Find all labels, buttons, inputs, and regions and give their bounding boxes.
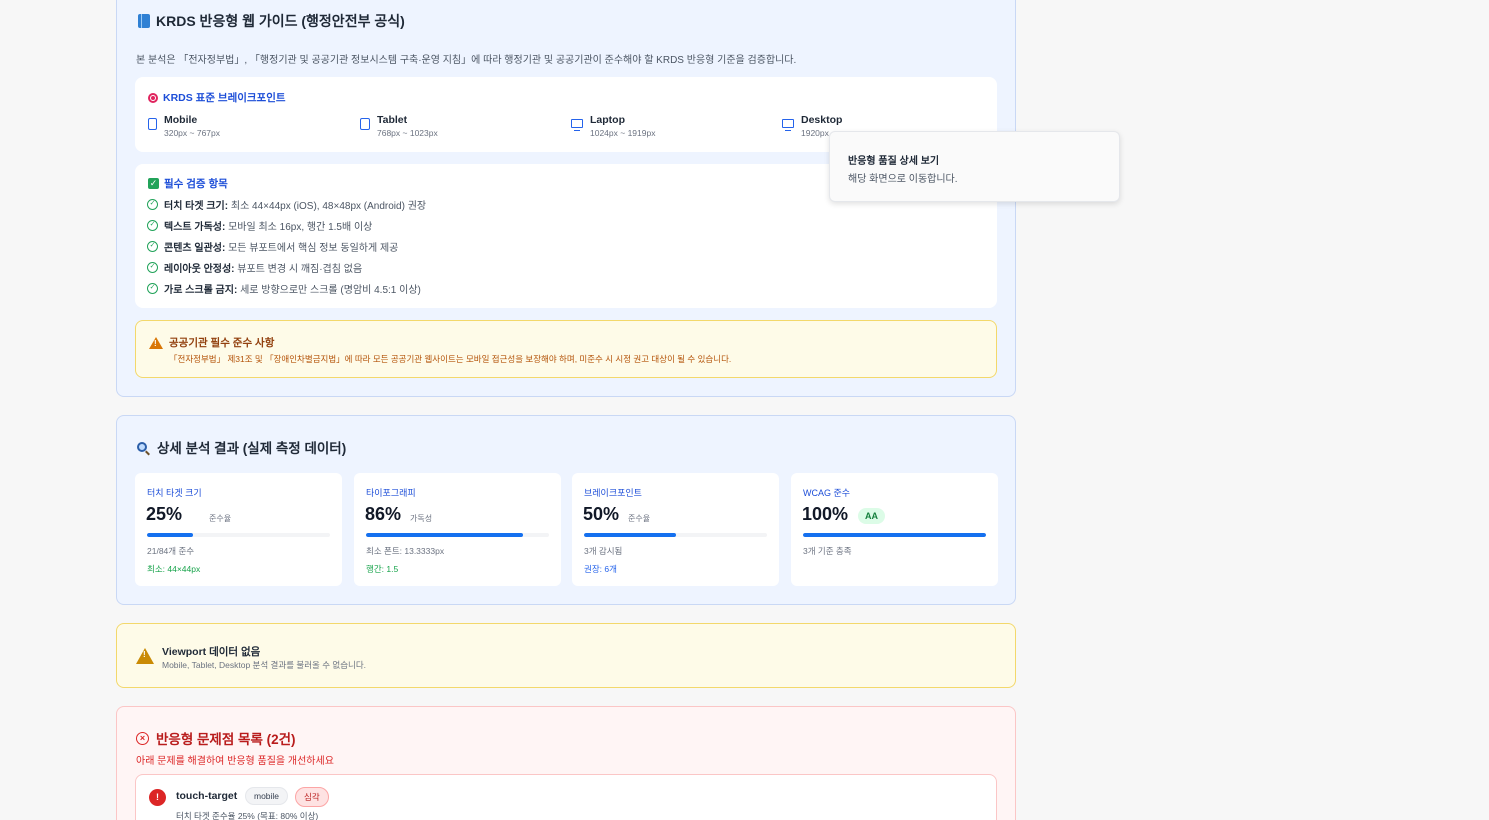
issues-subtitle: 아래 문제를 해결하여 반응형 품질을 개선하세요 (136, 756, 334, 767)
metric-card-touch-target[interactable]: 터치 타겟 크기 25% 준수율 21/84개 준수 최소: 44×44px (135, 473, 342, 586)
checkbox-icon: ✓ (148, 178, 159, 189)
warning-text: 「전자정부법」 제31조 및 「장애인차별금지법」에 따라 모든 공공기관 웹사… (169, 354, 732, 364)
guide-title-text: KRDS 반응형 웹 가이드 (행정안전부 공식) (156, 13, 405, 29)
breakpoint-tablet: Tablet 768px ~ 1023px (360, 114, 438, 138)
progress-fill (803, 533, 986, 537)
check-circle-icon: ✓ (147, 283, 158, 294)
responsive-issues-card: × 반응형 문제점 목록 (2건) 아래 문제를 해결하여 반응형 품질을 개선… (116, 706, 1016, 820)
issue-item[interactable]: ! touch-target mobile 심각 터치 타겟 준수율 25% (… (135, 774, 997, 820)
warning-icon (136, 648, 154, 664)
progress-fill (147, 533, 193, 537)
device-tag: mobile (245, 787, 289, 805)
issue-description: 터치 타겟 준수율 25% (목표: 80% 이상) (176, 811, 319, 820)
check-circle-icon: ✓ (147, 199, 158, 210)
check-item: ✓ 가로 스크롤 금지: 세로 방향으로만 스크롤 (명암비 4.5:1 이상) (147, 281, 421, 296)
aa-badge: AA (858, 508, 885, 524)
progress-bar (366, 533, 549, 537)
analysis-title: 상세 분석 결과 (실제 측정 데이터) (137, 437, 346, 457)
progress-bar (803, 533, 986, 537)
tooltip-title: 반응형 품질 상세 보기 (848, 156, 940, 167)
analysis-results-card: 상세 분석 결과 (실제 측정 데이터) 터치 타겟 크기 25% 준수율 21… (116, 415, 1016, 605)
guide-title: KRDS 반응형 웹 가이드 (행정안전부 공식) (138, 11, 405, 31)
check-circle-icon: ✓ (147, 241, 158, 252)
check-circle-icon: ✓ (147, 262, 158, 273)
severity-tag: 심각 (295, 787, 329, 807)
viewport-description: Mobile, Tablet, Desktop 분석 결과를 불러올 수 없습니… (162, 660, 367, 670)
check-item: ✓ 콘텐츠 일관성: 모든 뷰포트에서 핵심 정보 동일하게 제공 (147, 239, 398, 254)
tablet-icon (360, 118, 370, 130)
check-item: ✓ 터치 타겟 크기: 최소 44×44px (iOS), 48×48px (An… (147, 197, 426, 212)
progress-fill (584, 533, 676, 537)
check-item: ✓ 레이아웃 안정성: 뷰포트 변경 시 깨짐·겹침 없음 (147, 260, 362, 275)
breakpoints-heading: KRDS 표준 브레이크포인트 (148, 90, 286, 105)
error-circle-icon: × (136, 731, 149, 745)
alert-icon: ! (149, 789, 166, 806)
viewport-title: Viewport 데이터 없음 (162, 646, 261, 658)
book-icon (138, 14, 150, 28)
mobile-icon (148, 118, 157, 130)
warning-title: 공공기관 필수 준수 사항 (149, 335, 274, 350)
breakpoint-mobile: Mobile 320px ~ 767px (148, 114, 220, 138)
viewport-missing-notice: Viewport 데이터 없음 Mobile, Tablet, Desktop … (116, 623, 1016, 688)
metric-card-typography[interactable]: 타이포그래피 86% 가독성 최소 폰트: 13.3333px 행간: 1.5 (354, 473, 561, 586)
issue-name: touch-target (176, 790, 238, 802)
metric-card-wcag[interactable]: WCAG 준수 100% AA 3개 기준 충족 (791, 473, 998, 586)
checks-heading: ✓ 필수 검증 항목 (148, 178, 228, 190)
issues-title: × 반응형 문제점 목록 (2건) (136, 728, 296, 748)
tooltip-description: 해당 화면으로 이동합니다. (848, 174, 958, 185)
breakpoint-laptop: Laptop 1024px ~ 1919px (571, 114, 655, 138)
warning-icon (149, 336, 163, 349)
laptop-icon (571, 119, 583, 131)
check-item: ✓ 텍스트 가독성: 모바일 최소 16px, 행간 1.5배 이상 (147, 218, 372, 233)
desktop-icon (782, 119, 794, 131)
metric-card-breakpoint[interactable]: 브레이크포인트 50% 준수율 3개 감시됨 권장: 6개 (572, 473, 779, 586)
magnifier-icon (137, 442, 147, 452)
guide-description: 본 분석은 「전자정부법」, 「행정기관 및 공공기관 정보시스템 구축·운영 … (136, 55, 797, 66)
progress-bar (147, 533, 330, 537)
target-icon (148, 92, 158, 103)
public-compliance-warning: 공공기관 필수 준수 사항 「전자정부법」 제31조 및 「장애인차별금지법」에… (135, 320, 997, 378)
progress-fill (366, 533, 524, 537)
check-circle-icon: ✓ (147, 220, 158, 231)
progress-bar (584, 533, 767, 537)
detail-tooltip: 반응형 품질 상세 보기 해당 화면으로 이동합니다. (829, 131, 1120, 202)
